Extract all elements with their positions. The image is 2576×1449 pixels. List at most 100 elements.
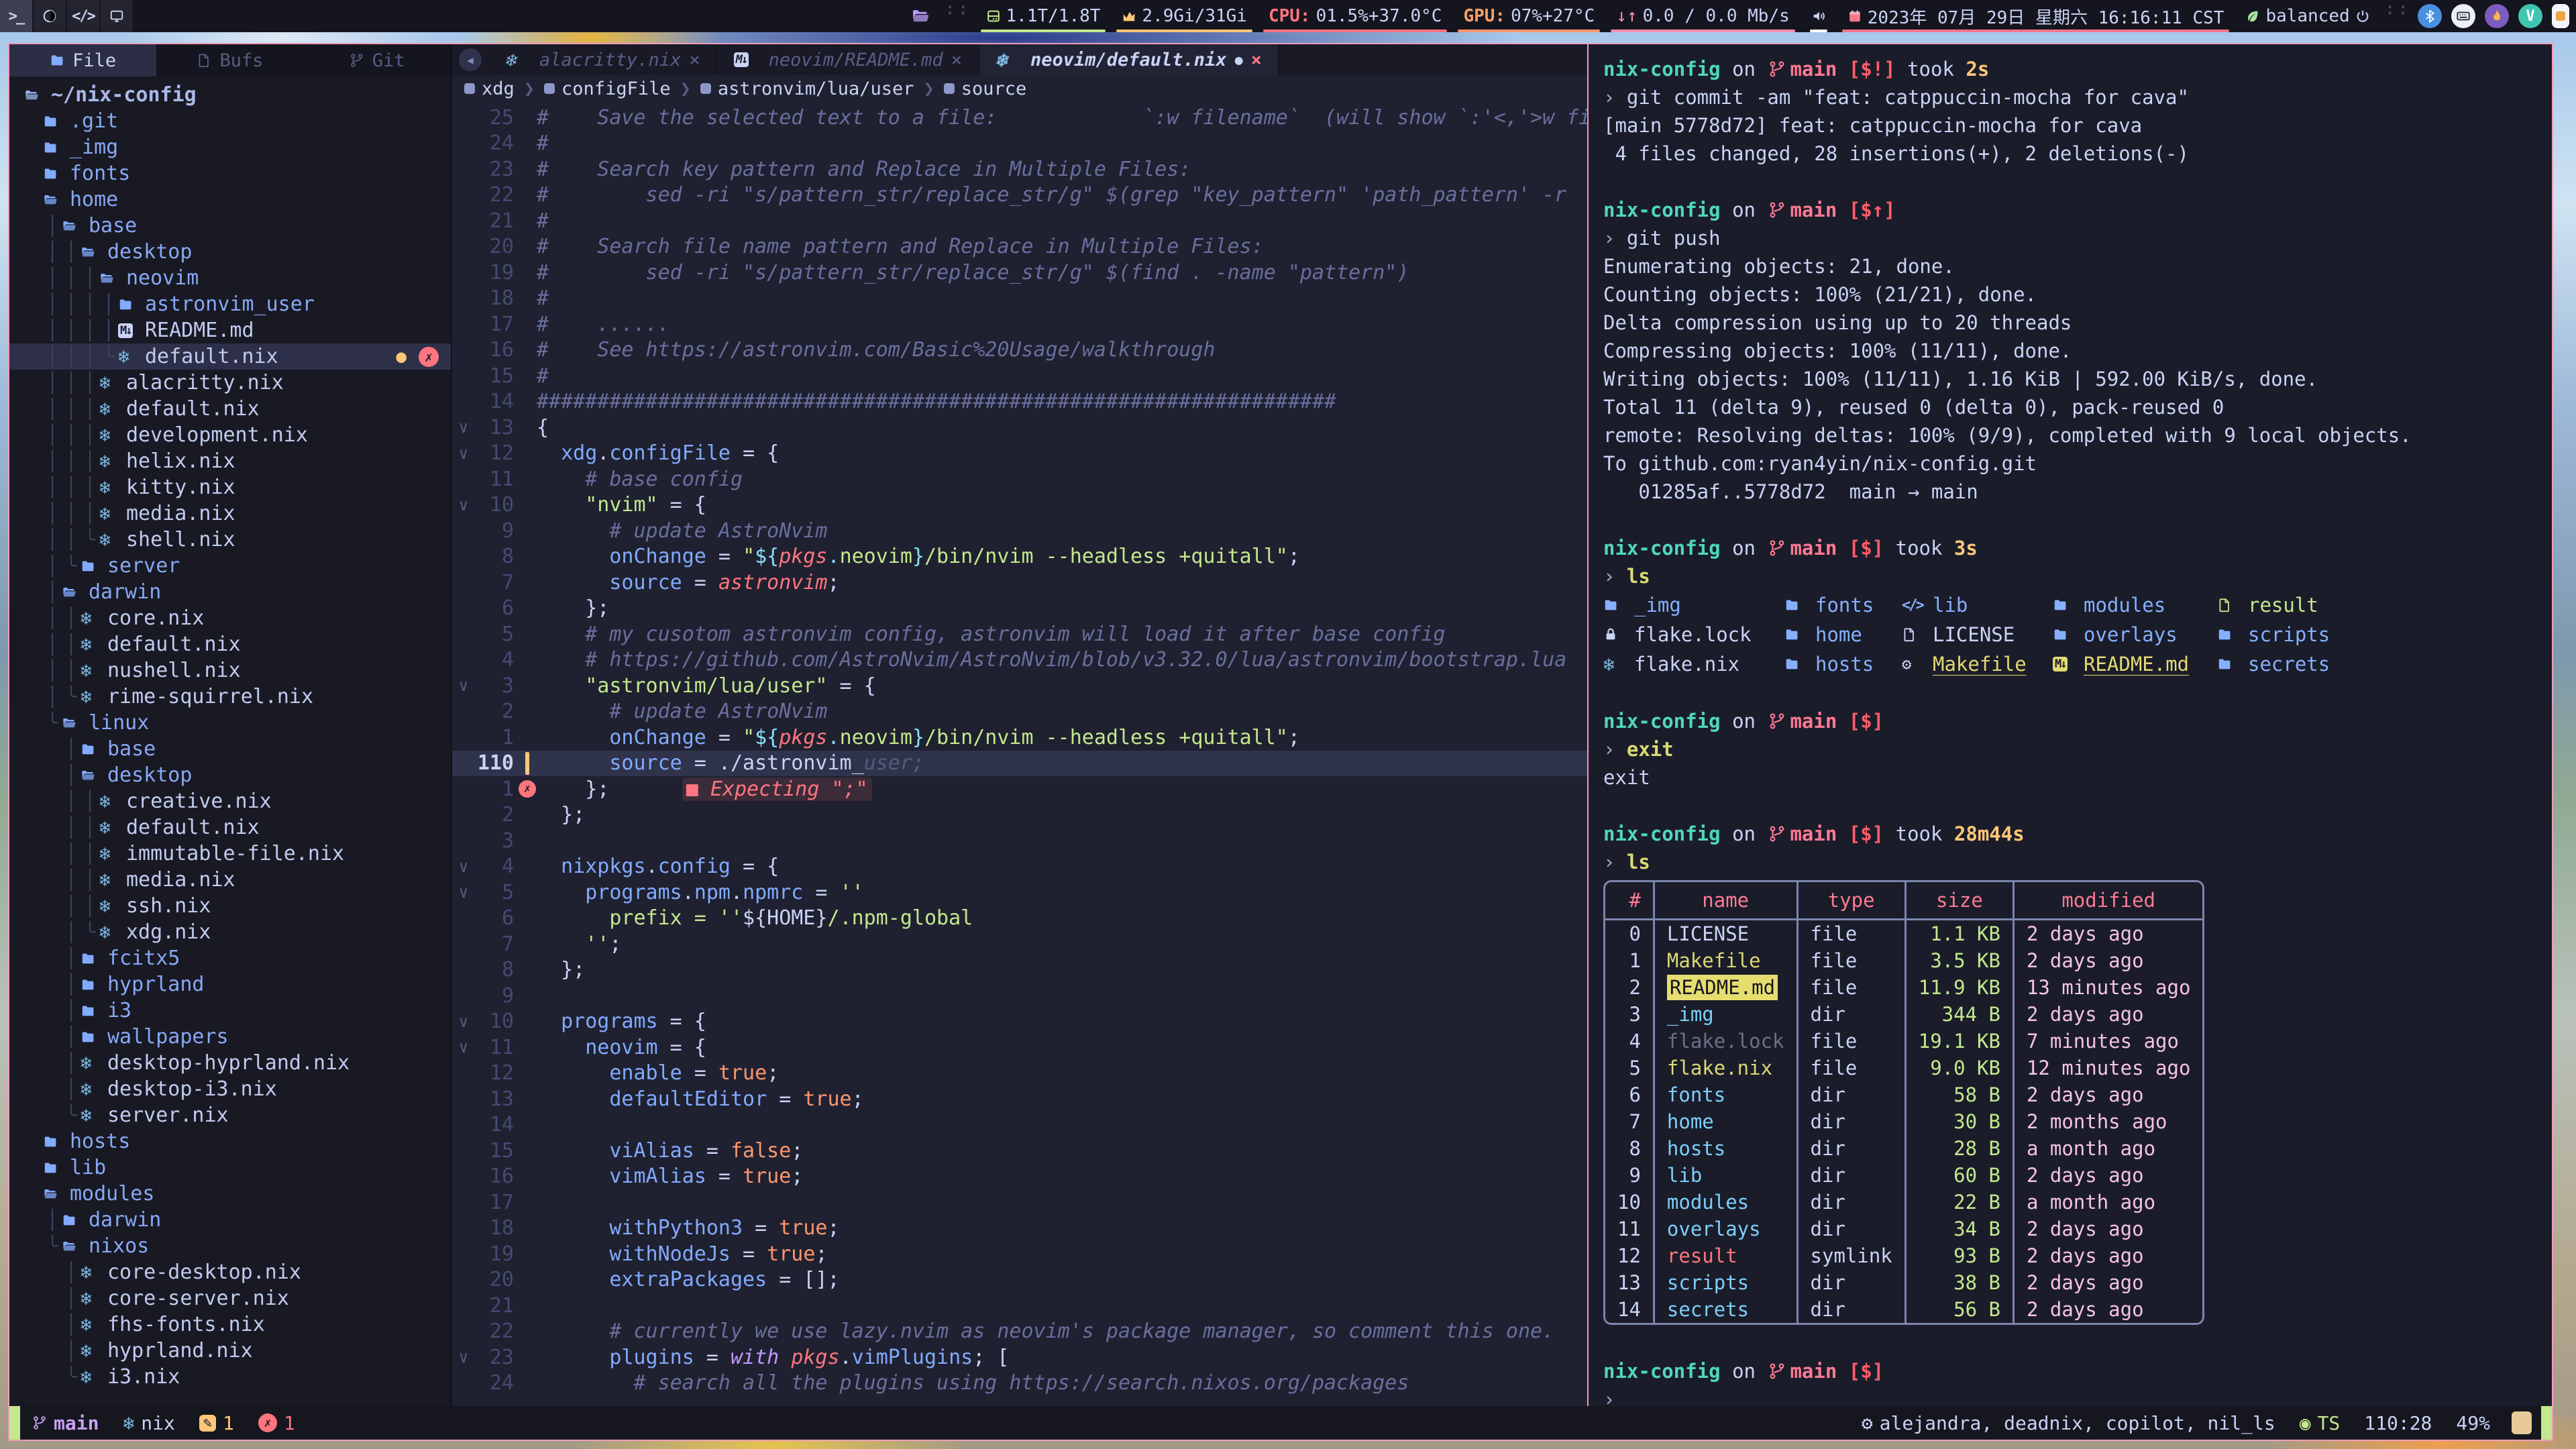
- code-line[interactable]: 15#: [452, 363, 1587, 389]
- tree-item[interactable]: ││❄core.nix: [9, 605, 451, 631]
- tree-item[interactable]: ││❄immutable-file.nix: [9, 841, 451, 867]
- tree-item[interactable]: │││╰❄default.nix●✗: [9, 343, 451, 370]
- code-line[interactable]: ∨4 nixpkgs.config = {: [452, 854, 1587, 880]
- tree-item[interactable]: │❄desktop-i3.nix: [9, 1076, 451, 1102]
- tree-item[interactable]: ││❄nushell.nix: [9, 657, 451, 684]
- tab-scroll-left-button[interactable]: ◀: [452, 44, 488, 75]
- code-line[interactable]: 1✗ }; ■ Expecting ";": [452, 776, 1587, 802]
- tree-item[interactable]: │╰❄rime-squirrel.nix: [9, 684, 451, 710]
- code-line[interactable]: 24#: [452, 131, 1587, 157]
- code-line[interactable]: 7 source = astronvim;: [452, 570, 1587, 596]
- code-line[interactable]: 14: [452, 1112, 1587, 1138]
- code-line[interactable]: ∨3 "astronvim/lua/user" = {: [452, 673, 1587, 699]
- code-line[interactable]: ∨10 programs = {: [452, 1009, 1587, 1035]
- close-tab-icon[interactable]: ×: [689, 50, 700, 70]
- proxy-tray-icon[interactable]: V: [2518, 4, 2542, 28]
- tree-item[interactable]: │❄core-server.nix: [9, 1285, 451, 1311]
- neotree-tab-git[interactable]: Git: [304, 44, 451, 76]
- tree-item[interactable]: │││❄kitty.nix: [9, 474, 451, 500]
- tree-item[interactable]: │desktop: [9, 762, 451, 788]
- diagnostics-edits[interactable]: ✎ 1: [187, 1412, 246, 1434]
- code-line[interactable]: 18#: [452, 286, 1587, 312]
- power-profile-module[interactable]: balanced: [2235, 0, 2380, 32]
- workspace-browser-button[interactable]: [34, 0, 67, 32]
- tree-item[interactable]: │││❄default.nix: [9, 396, 451, 422]
- code-line[interactable]: 7 '';: [452, 931, 1587, 957]
- close-file-icon[interactable]: ✗: [419, 347, 439, 367]
- code-line[interactable]: ∨23 plugins = with pkgs.vimPlugins; [: [452, 1344, 1587, 1371]
- tree-item[interactable]: ││❄media.nix: [9, 867, 451, 893]
- code-line[interactable]: 2 };: [452, 802, 1587, 828]
- code-line[interactable]: 22# sed -ri "s/pattern_str/replace_str/g…: [452, 182, 1587, 209]
- tree-item[interactable]: lib: [9, 1155, 451, 1181]
- code-line[interactable]: ∨13{: [452, 415, 1587, 441]
- tree-item[interactable]: ╰❄server.nix: [9, 1102, 451, 1128]
- input-method-tray-icon[interactable]: [2451, 4, 2475, 28]
- recent-folder-indicator[interactable]: [900, 0, 941, 32]
- code-line[interactable]: ∨12 xdg.configFile = {: [452, 441, 1587, 467]
- code-line[interactable]: 14######################################…: [452, 389, 1587, 415]
- tree-item[interactable]: │❄core-desktop.nix: [9, 1259, 451, 1285]
- code-line[interactable]: 20# Search file name pattern and Replace…: [452, 234, 1587, 260]
- code-line[interactable]: ∨5 programs.npm.npmrc = '': [452, 879, 1587, 906]
- tree-item[interactable]: _img: [9, 134, 451, 160]
- code-line[interactable]: 24 # search all the plugins using https:…: [452, 1371, 1587, 1397]
- git-branch-status[interactable]: main: [20, 1412, 111, 1434]
- breadcrumb-item[interactable]: astronvim/lua/user: [700, 78, 914, 99]
- buffer-tab[interactable]: M↓neovim/README.md×: [718, 44, 979, 75]
- flameshot-tray-icon[interactable]: [2485, 4, 2509, 28]
- tree-item[interactable]: ││❄default.nix: [9, 631, 451, 657]
- close-tab-icon[interactable]: ×: [1251, 50, 1262, 70]
- code-line[interactable]: 5 # my c​usotom astronvim config, astron…: [452, 621, 1587, 647]
- tree-item[interactable]: ││││M↓README.md: [9, 317, 451, 343]
- tree-item[interactable]: │││❄alacritty.nix: [9, 370, 451, 396]
- buffer-tab[interactable]: ❄alacritty.nix×: [488, 44, 718, 75]
- code-line[interactable]: 21#: [452, 208, 1587, 234]
- code-line[interactable]: 12 enable = true;: [452, 1061, 1587, 1087]
- tree-item[interactable]: │wallpapers: [9, 1024, 451, 1050]
- workspace-terminal-button[interactable]: >_: [0, 0, 34, 32]
- code-line[interactable]: 9 # update AstroNvim: [452, 518, 1587, 544]
- tree-item[interactable]: ││❄creative.nix: [9, 788, 451, 814]
- code-line[interactable]: 1 onChange = "${pkgs.neovim}/bin/nvim --…: [452, 724, 1587, 751]
- neotree-tab-file[interactable]: File: [9, 44, 156, 76]
- code-line[interactable]: 16# See https://astronvim.com/Basic%20Us…: [452, 337, 1587, 364]
- code-line[interactable]: 11 # base config: [452, 466, 1587, 492]
- tree-item[interactable]: hosts: [9, 1128, 451, 1155]
- buffer-tab[interactable]: ❄neovim/default.nix●×: [979, 44, 1279, 75]
- workspace-code-button[interactable]: </>: [67, 0, 101, 32]
- tree-item[interactable]: │╰❄xdg.nix: [9, 919, 451, 945]
- code-line[interactable]: 2 # update AstroNvim: [452, 699, 1587, 725]
- code-line[interactable]: 15 viAlias = false;: [452, 1138, 1587, 1164]
- code-line[interactable]: 18 withPython3 = true;: [452, 1216, 1587, 1242]
- code-line[interactable]: 17# ......: [452, 311, 1587, 337]
- tree-item[interactable]: ││desktop: [9, 239, 451, 265]
- code-line[interactable]: ∨10 "nvim" = {: [452, 492, 1587, 519]
- code-line[interactable]: 16 vimAlias = true;: [452, 1164, 1587, 1190]
- code-line[interactable]: 4 # https://github.com/AstroNvim/AstroNv…: [452, 647, 1587, 674]
- code-line[interactable]: 13 defaultEditor = true;: [452, 1086, 1587, 1112]
- tree-item[interactable]: │││❄development.nix: [9, 422, 451, 448]
- tree-item[interactable]: ╰linux: [9, 710, 451, 736]
- tree-item[interactable]: │││neovim: [9, 265, 451, 291]
- code-line[interactable]: 6 };: [452, 596, 1587, 622]
- code-line[interactable]: 19# sed -ri "s/pattern_str/replace_str/g…: [452, 260, 1587, 286]
- tree-item[interactable]: │base: [9, 736, 451, 762]
- tree-item[interactable]: ~/nix-config: [9, 82, 451, 108]
- tree-item[interactable]: │darwin: [9, 579, 451, 605]
- tree-item[interactable]: │i3: [9, 998, 451, 1024]
- code-line[interactable]: 8 };: [452, 957, 1587, 983]
- code-line[interactable]: 8 onChange = "${pkgs.neovim}/bin/nvim --…: [452, 544, 1587, 570]
- clipped-tray-icon[interactable]: [2552, 4, 2569, 28]
- tree-item[interactable]: fonts: [9, 160, 451, 186]
- code-line[interactable]: 23# Search key pattern and Replace in Mu…: [452, 156, 1587, 182]
- bluetooth-tray-icon[interactable]: [2418, 4, 2442, 28]
- tree-item[interactable]: │❄desktop-hyprland.nix: [9, 1050, 451, 1076]
- code-line[interactable]: 3: [452, 828, 1587, 854]
- volume-module[interactable]: [1801, 0, 1837, 32]
- workspace-monitor-button[interactable]: [101, 0, 134, 32]
- tree-item[interactable]: │❄fhs-fonts.nix: [9, 1311, 451, 1338]
- terminal-pane[interactable]: nix-config on main [$!] took 2s› git com…: [1587, 44, 2552, 1406]
- code-line[interactable]: 22 # currently we use lazy.nvim as neovi…: [452, 1319, 1587, 1345]
- tree-item[interactable]: ││❄ssh.nix: [9, 893, 451, 919]
